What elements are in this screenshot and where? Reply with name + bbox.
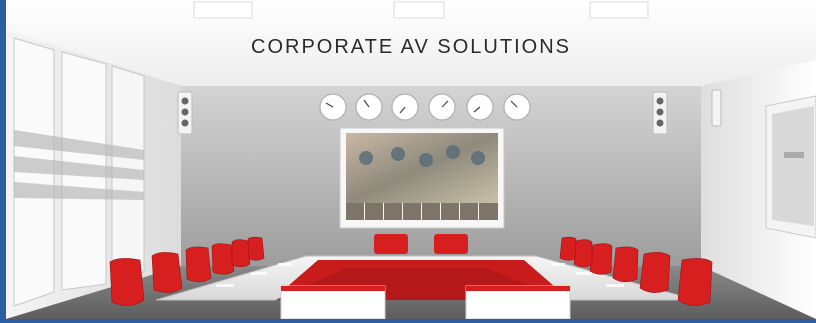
video-conference-screen [339,127,505,229]
hero-banner: CORPORATE AV SOLUTIONS [0,0,816,323]
banner-title: CORPORATE AV SOLUTIONS [251,36,571,58]
wall-artwork [765,95,816,239]
